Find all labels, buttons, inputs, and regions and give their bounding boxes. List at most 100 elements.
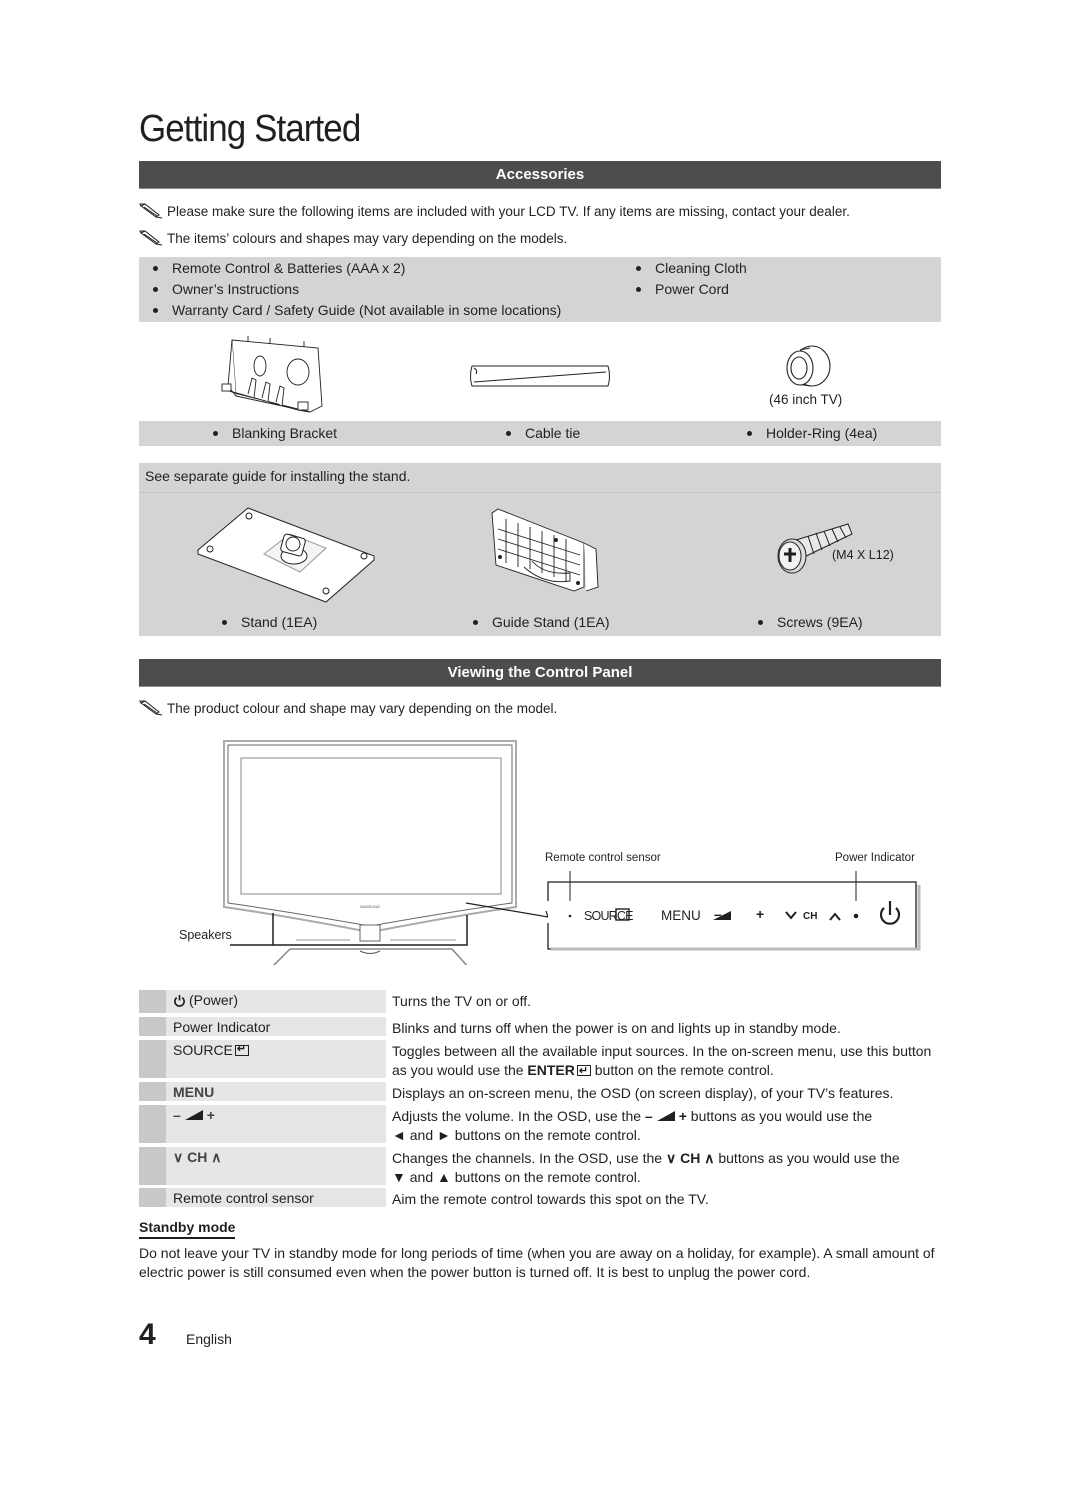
brand-logo: SAMSUNG [360,904,380,909]
page-language: English [186,1331,232,1347]
item-label: Blanking Bracket [232,425,338,441]
item-label: Power Cord [655,281,729,297]
panel-menu-button: MENU [661,908,701,923]
table-row: ∨ CH ∧ Changes the channels. In the OSD,… [139,1147,941,1185]
accessories-heading: Accessories [139,161,941,189]
bullet-icon [213,430,218,436]
note-pencil-icon [139,203,163,219]
list-item: Warranty Card / Safety Guide (Not availa… [153,302,561,318]
channel-up-icon: ∧ [207,1149,222,1165]
row-description: Turns the TV on or off. [392,993,532,1009]
guide-stand-icon [491,508,599,592]
desc-line2: ◄ and ► buttons on the remote control. [392,1127,641,1143]
row-marker [139,990,166,1013]
item-label: Cleaning Cloth [655,260,747,276]
list-item: Guide Stand (1EA) [473,614,610,630]
bullet-icon [636,265,641,271]
desc-bold: ENTER [527,1062,575,1078]
volume-icon [184,1110,203,1120]
row-label: (Power) [166,990,386,1013]
note-colours-vary: The items’ colours and shapes may vary d… [139,230,567,246]
bullet-icon [747,430,752,436]
bullet-icon [473,619,478,625]
row-label: Power Indicator [166,1017,386,1036]
note-text: The product colour and shape may vary de… [167,700,558,716]
note-items-included: Please make sure the following items are… [139,203,850,219]
row-marker [139,1040,166,1078]
row-label-text: (Power) [189,992,239,1008]
desc-text: buttons as you would use the [714,1150,900,1166]
row-description: Blinks and turns off when the power is o… [392,1020,841,1036]
table-row: – + Adjusts the volume. In the OSD, use t… [139,1105,941,1143]
row-description: Aim the remote control towards this spot… [392,1191,709,1207]
list-item: Owner’s Instructions [153,281,299,297]
row-description: Adjusts the volume. In the OSD, use the … [392,1107,941,1145]
item-label: Cable tie [525,425,581,441]
row-label: MENU [166,1082,386,1101]
holder-ring-caption: (46 inch TV) [769,392,843,407]
item-label: Screws (9EA) [777,614,863,630]
table-row: SOURCE Toggles between all the available… [139,1040,941,1081]
note-text: The items’ colours and shapes may vary d… [167,230,568,246]
ch-label: CH [187,1149,208,1165]
channel-up-icon: ∧ [700,1150,715,1166]
enter-icon [234,1042,249,1056]
bullet-icon [506,430,511,436]
row-description: Toggles between all the available input … [392,1042,941,1081]
row-label-text: SOURCE [173,1042,233,1058]
plus-label: + [206,1107,215,1123]
bullet-icon [758,619,763,625]
note-pencil-icon [139,230,163,246]
list-item: Cleaning Cloth [636,260,747,276]
power-indicator-dot [853,913,859,919]
included-items-list: Remote Control & Batteries (AAA x 2) Own… [139,257,941,322]
bullet-icon [153,265,158,271]
channel-down-icon: ∨ [173,1149,188,1165]
stand-note: See separate guide for installing the st… [145,468,411,484]
item-label: Stand (1EA) [241,614,318,630]
bullet-icon [636,286,641,292]
list-item: Remote Control & Batteries (AAA x 2) [153,260,405,276]
desc-minus: – [644,1108,653,1124]
desc-text: Changes the channels. In the OSD, use th… [392,1150,666,1166]
cable-tie-icon [470,365,610,387]
desc-line2: ▼ and ▲ buttons on the remote control. [392,1169,641,1185]
list-item: Power Cord [636,281,729,297]
item-label: Warranty Card / Safety Guide (Not availa… [172,302,562,318]
desc-text: Adjusts the volume. In the OSD, use the [392,1108,645,1124]
table-row: Power Indicator Blinks and turns off whe… [139,1017,941,1036]
remote-sensor-dot [568,914,572,918]
bullet-icon [222,619,227,625]
holder-ring-icon [786,345,831,387]
list-item: Stand (1EA) [222,614,317,630]
list-item: Screws (9EA) [758,614,863,630]
bullet-icon [153,286,158,292]
power-indicator-label: Power Indicator [835,852,915,864]
row-marker [139,1147,166,1185]
enter-icon [576,1062,591,1081]
item-label: Guide Stand (1EA) [492,614,610,630]
row-label: ∨ CH ∧ [166,1147,386,1185]
divider [139,492,941,493]
table-row: Remote control sensor Aim the remote con… [139,1188,941,1207]
desc-bold: CH [680,1150,701,1166]
blanking-bracket-icon [221,336,323,413]
standby-heading: Standby mode [139,1219,236,1239]
list-item: Holder-Ring (4ea) [747,425,877,441]
row-marker [139,1105,166,1143]
desc-text: buttons as you would use the [686,1108,873,1124]
page-number: 4 [139,1318,156,1351]
row-marker [139,1082,166,1101]
screw-size-caption: (M4 X L12) [832,548,894,562]
page-title: Getting Started [139,108,361,150]
item-label: Remote Control & Batteries (AAA x 2) [172,260,406,276]
row-description: Displays an on-screen menu, the OSD (on … [392,1085,894,1101]
panel-volume-minus: – [714,906,722,922]
panel-ch-label: CH [803,911,818,922]
stand-items-panel: See separate guide for installing the st… [139,463,941,636]
desc-text: button on the remote control. [590,1062,774,1078]
remote-sensor-label: Remote control sensor [545,852,661,864]
item-label: Owner’s Instructions [172,281,300,297]
list-item: Cable tie [506,425,580,441]
control-panel-heading: Viewing the Control Panel [139,659,941,687]
